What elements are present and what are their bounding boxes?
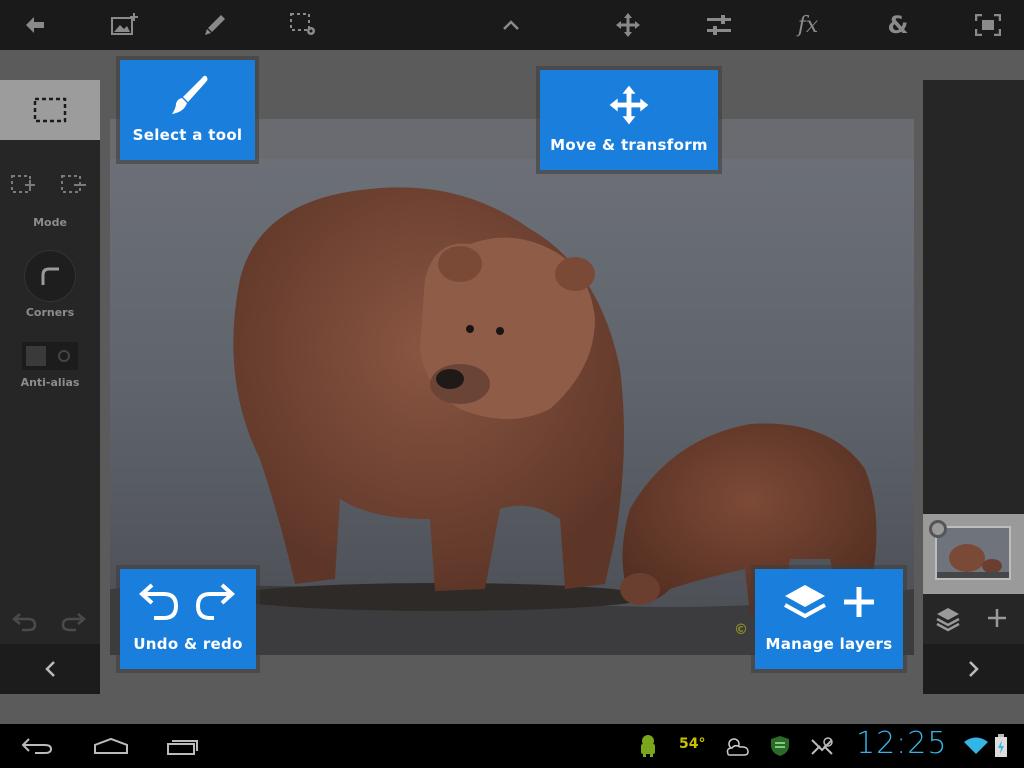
layers-icon[interactable] xyxy=(935,606,961,636)
corner-icon xyxy=(41,267,59,285)
callout-manage-layers: Manage layers xyxy=(755,569,903,669)
corners-button[interactable] xyxy=(24,250,76,302)
system-bar: 54° 12:25 xyxy=(0,724,1024,768)
undo-redo-callout-icon xyxy=(138,581,238,629)
undo-icon[interactable] xyxy=(12,610,38,636)
layer-item[interactable] xyxy=(923,514,1024,594)
layer-actions-row xyxy=(923,594,1024,644)
antialias-toggle[interactable] xyxy=(22,342,78,370)
fx-icon[interactable]: fx xyxy=(778,0,838,50)
layer-visibility-radio[interactable] xyxy=(929,520,947,538)
marquee-tool-button[interactable] xyxy=(0,80,100,140)
add-layer-icon[interactable] xyxy=(987,608,1007,632)
system-recents-button[interactable] xyxy=(160,724,206,768)
home-icon xyxy=(94,737,128,754)
layer-thumbnail xyxy=(935,526,1011,580)
manage-layers-text: Manage layers xyxy=(765,635,893,653)
layers-plus-callout-icon xyxy=(783,581,877,629)
ampersand-icon[interactable]: & xyxy=(868,0,928,50)
move-callout-icon xyxy=(608,84,650,130)
select-tool-text: Select a tool xyxy=(132,126,243,144)
undo-redo-row xyxy=(0,600,100,644)
mode-label: Mode xyxy=(33,216,67,229)
toggle-off-indicator xyxy=(58,350,70,362)
adjustments-icon[interactable] xyxy=(689,0,749,50)
right-layers-panel xyxy=(923,80,1024,694)
back-icon xyxy=(21,738,53,754)
chevron-right-icon xyxy=(968,661,979,677)
battery-icon[interactable] xyxy=(994,734,1008,762)
mail-notification-icon[interactable] xyxy=(810,736,834,760)
left-tool-panel: Mode Corners Anti-alias xyxy=(0,80,100,694)
wifi-icon[interactable] xyxy=(963,736,989,760)
top-toolbar: fx & xyxy=(0,0,1024,50)
fullscreen-icon[interactable] xyxy=(958,0,1018,50)
weather-icon[interactable] xyxy=(722,734,752,762)
brush-icon[interactable] xyxy=(185,0,245,50)
add-selection-icon[interactable] xyxy=(10,172,38,200)
subtract-selection-icon[interactable] xyxy=(60,172,88,200)
app-root: fx & © Mode Corners Anti-alias Select a … xyxy=(0,0,1024,768)
brush-callout-icon xyxy=(166,74,210,122)
callout-move-transform: Move & transform xyxy=(540,70,718,170)
move-icon[interactable] xyxy=(598,0,658,50)
svg-text:©: © xyxy=(734,622,748,638)
corners-label: Corners xyxy=(25,306,75,319)
android-icon[interactable] xyxy=(638,734,658,762)
redo-icon[interactable] xyxy=(60,610,86,636)
clock-text: 12:25 xyxy=(856,726,948,761)
system-back-button[interactable] xyxy=(14,724,60,768)
antialias-label: Anti-alias xyxy=(20,376,80,389)
chevron-up-icon[interactable] xyxy=(481,0,541,50)
collapse-right-panel-button[interactable] xyxy=(923,644,1024,694)
fx-label: fx xyxy=(797,12,819,38)
system-home-button[interactable] xyxy=(88,724,134,768)
temperature-text: 54° xyxy=(679,736,706,752)
selection-settings-icon[interactable] xyxy=(274,0,334,50)
amp-label: & xyxy=(887,11,909,39)
recents-icon xyxy=(167,740,198,755)
chevron-left-icon xyxy=(45,661,55,677)
shield-icon[interactable] xyxy=(770,735,790,761)
callout-undo-redo: Undo & redo xyxy=(120,569,256,669)
add-image-icon[interactable] xyxy=(95,0,155,50)
marquee-icon xyxy=(33,97,67,123)
move-transform-text: Move & transform xyxy=(550,136,708,154)
callout-select-tool: Select a tool xyxy=(120,60,255,160)
undo-redo-text: Undo & redo xyxy=(133,635,243,653)
toggle-knob xyxy=(26,346,46,366)
back-arrow-icon[interactable] xyxy=(5,0,65,50)
collapse-left-panel-button[interactable] xyxy=(0,644,100,694)
